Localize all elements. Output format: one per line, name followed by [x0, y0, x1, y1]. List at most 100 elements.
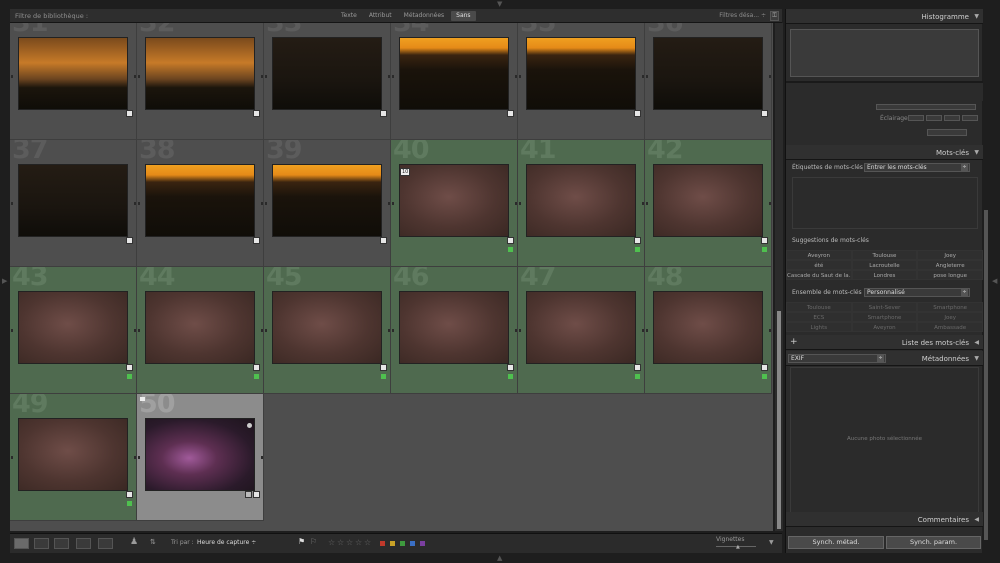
rating-star-5-icon[interactable]: ☆: [364, 538, 371, 547]
edited-badge-icon[interactable]: [507, 364, 514, 371]
top-panel-toggle-icon[interactable]: ▼: [497, 1, 502, 8]
rotate-handle-icon[interactable]: [515, 202, 517, 205]
flag-icon[interactable]: [140, 397, 145, 401]
rotate-handle-icon[interactable]: [261, 329, 263, 332]
grid-cell[interactable]: 31: [10, 23, 137, 140]
rotate-handle-icon[interactable]: [519, 75, 521, 78]
keyword-suggestion[interactable]: Joey: [917, 250, 983, 260]
edited-badge-icon[interactable]: [761, 110, 768, 117]
grid-cell[interactable]: 34: [391, 23, 518, 140]
people-view-icon[interactable]: [98, 538, 113, 549]
painter-icon[interactable]: ♟: [130, 537, 138, 547]
rotate-handle-icon[interactable]: [134, 75, 136, 78]
grid-cell[interactable]: 47: [518, 267, 645, 394]
photo-thumbnail[interactable]: [399, 37, 509, 110]
keyword-suggestion[interactable]: Cascade du Saut de la...: [786, 270, 852, 280]
flag-reject-icon[interactable]: ⚐: [310, 537, 317, 546]
color-label-green[interactable]: [400, 541, 405, 546]
filter-presets-select[interactable]: Filtres désa... ÷: [719, 12, 766, 19]
grid-cell[interactable]: 38: [137, 140, 264, 267]
edited-badge-icon[interactable]: [634, 364, 641, 371]
keywords-header[interactable]: Mots-clés ▼: [786, 145, 983, 160]
sync-metadata-button[interactable]: Synch. métad.: [788, 536, 884, 549]
exposure-buttons[interactable]: [908, 115, 978, 121]
keyword-set-item[interactable]: Toulouse: [786, 302, 852, 312]
metadata-preset-select[interactable]: EXIF ÷: [788, 354, 886, 363]
keyword-suggestion[interactable]: été: [786, 260, 852, 270]
photo-thumbnail[interactable]: [526, 37, 636, 110]
photo-thumbnail[interactable]: [399, 291, 509, 364]
rotate-handle-icon[interactable]: [519, 329, 521, 332]
sort-select[interactable]: Heure de capture ÷: [197, 539, 256, 546]
keyword-set-item[interactable]: Aveyron: [851, 322, 918, 332]
grid-cell[interactable]: 32: [137, 23, 264, 140]
rotate-handle-icon[interactable]: [11, 202, 13, 205]
grid-cell[interactable]: 40 10: [391, 140, 518, 267]
rotate-handle-icon[interactable]: [769, 329, 771, 332]
right-panel-toggle-icon[interactable]: ◀: [992, 278, 997, 285]
quick-develop-row-top[interactable]: [876, 104, 976, 110]
metadata-header[interactable]: EXIF ÷ Métadonnées ▼: [786, 351, 983, 366]
rotate-handle-icon[interactable]: [388, 202, 390, 205]
rotate-handle-icon[interactable]: [769, 75, 771, 78]
photo-thumbnail[interactable]: [272, 291, 382, 364]
rotate-handle-icon[interactable]: [646, 202, 648, 205]
sort-direction-icon[interactable]: ⇅: [150, 538, 156, 546]
stack-count-badge[interactable]: 10: [400, 168, 411, 176]
reset-all-button[interactable]: [927, 129, 967, 136]
edited-badge-icon[interactable]: [380, 364, 387, 371]
edited-badge-icon[interactable]: [507, 237, 514, 244]
rotate-handle-icon[interactable]: [515, 329, 517, 332]
grid-view-icon[interactable]: [14, 538, 29, 549]
grid-scrollbar[interactable]: [775, 23, 783, 531]
rating-star-1-icon[interactable]: ☆: [328, 538, 335, 547]
rotate-handle-icon[interactable]: [11, 75, 13, 78]
edited-badge-icon[interactable]: [126, 491, 133, 498]
edited-badge-icon[interactable]: [634, 110, 641, 117]
bottom-panel-toggle-icon[interactable]: ▲: [497, 555, 502, 562]
rotate-handle-icon[interactable]: [138, 329, 140, 332]
filter-tab-text[interactable]: Texte: [336, 11, 362, 21]
left-panel-toggle-icon[interactable]: ▶: [2, 278, 7, 285]
rotate-handle-icon[interactable]: [138, 456, 140, 459]
rotate-handle-icon[interactable]: [769, 202, 771, 205]
rotate-handle-icon[interactable]: [138, 202, 140, 205]
rating-star-2-icon[interactable]: ☆: [337, 538, 344, 547]
photo-thumbnail[interactable]: [399, 164, 509, 237]
color-label-blue[interactable]: [410, 541, 415, 546]
filter-tab-metadata[interactable]: Métadonnées: [399, 11, 450, 21]
rotate-handle-icon[interactable]: [138, 75, 140, 78]
histogram-header[interactable]: Histogramme ▼: [786, 9, 983, 24]
rotate-handle-icon[interactable]: [646, 329, 648, 332]
rotate-handle-icon[interactable]: [134, 456, 136, 459]
grid-cell[interactable]: 45: [264, 267, 391, 394]
grid-cell[interactable]: 41: [518, 140, 645, 267]
edited-badge-icon[interactable]: [380, 237, 387, 244]
grid-cell[interactable]: 39: [264, 140, 391, 267]
grid-cell[interactable]: 43: [10, 267, 137, 394]
thumbnail-size-slider-handle-icon[interactable]: ▲: [736, 544, 740, 550]
grid-cell[interactable]: 35: [518, 23, 645, 140]
quick-collection-circle-icon[interactable]: [247, 423, 252, 428]
rotate-handle-icon[interactable]: [11, 329, 13, 332]
rating-star-4-icon[interactable]: ☆: [355, 538, 362, 547]
grid-cell[interactable]: 46: [391, 267, 518, 394]
sync-settings-button[interactable]: Synch. param.: [886, 536, 981, 549]
grid-cell[interactable]: 44: [137, 267, 264, 394]
photo-thumbnail[interactable]: [526, 164, 636, 237]
rotate-handle-icon[interactable]: [261, 75, 263, 78]
rotate-handle-icon[interactable]: [642, 202, 644, 205]
keyword-suggestion[interactable]: pose longue: [917, 270, 983, 280]
keyword-suggestion[interactable]: Toulouse: [851, 250, 918, 260]
edited-badge-icon[interactable]: [507, 110, 514, 117]
keyword-set-item[interactable]: ECS: [786, 312, 852, 322]
photo-thumbnail[interactable]: [145, 37, 255, 110]
keyword-set-select[interactable]: Personnalisé ÷: [864, 288, 970, 297]
rotate-handle-icon[interactable]: [392, 202, 394, 205]
color-label-yellow[interactable]: [390, 541, 395, 546]
crop-badge-icon[interactable]: [245, 491, 252, 498]
filter-tab-none[interactable]: Sans: [451, 11, 476, 21]
keyword-set-item[interactable]: Ambassade: [917, 322, 983, 332]
survey-view-icon[interactable]: [76, 538, 91, 549]
rotate-handle-icon[interactable]: [642, 75, 644, 78]
